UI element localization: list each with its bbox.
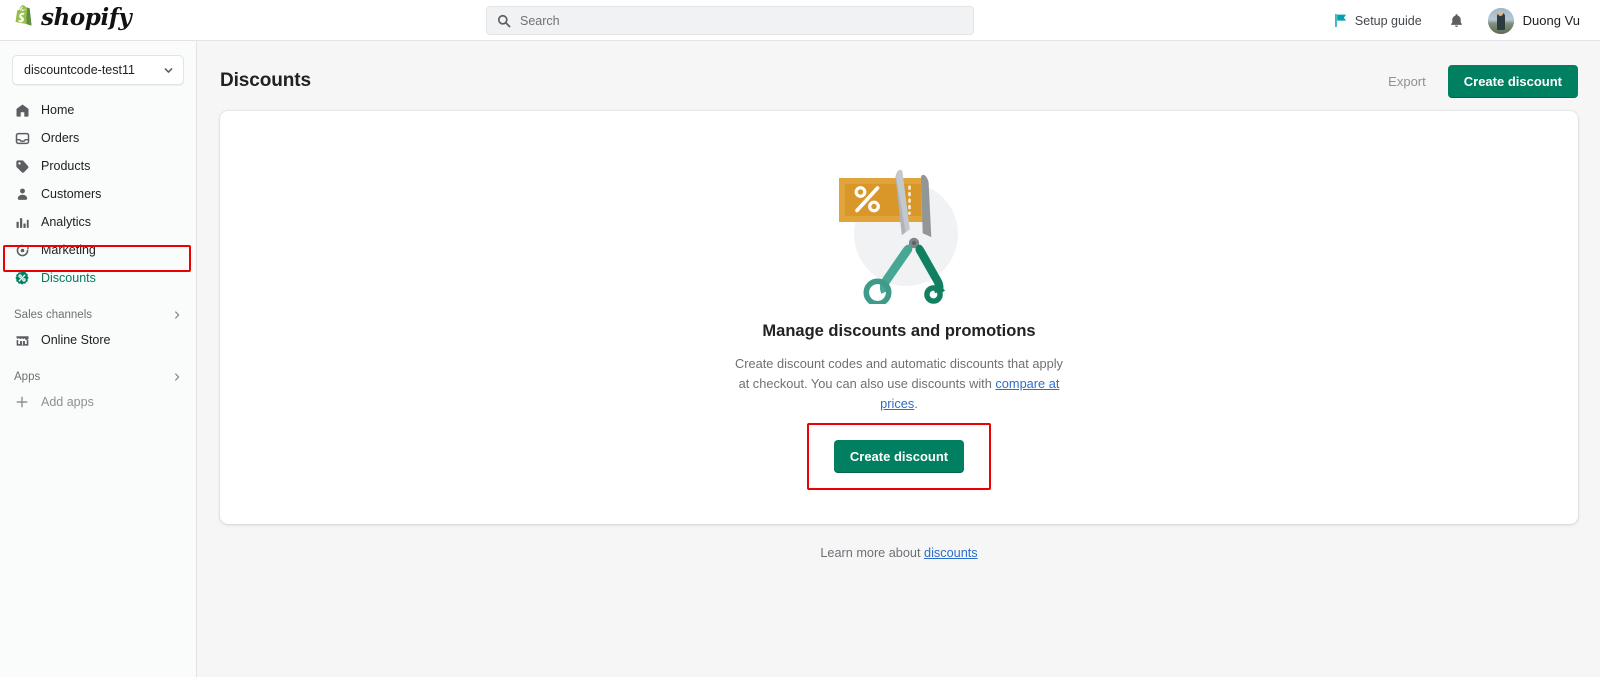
secondary-navigation: Sales channels Online Store Apps Add app… — [0, 303, 196, 415]
store-name: discountcode-test11 — [24, 63, 135, 77]
shopify-wordmark: shopify — [41, 4, 132, 31]
sidebar-label-customers: Customers — [41, 186, 102, 201]
storefront-icon — [14, 332, 30, 348]
empty-state-card: Manage discounts and promotions Create d… — [220, 111, 1578, 524]
create-discount-button-header[interactable]: Create discount — [1447, 64, 1578, 98]
sidebar-section-sales-channels[interactable]: Sales channels — [6, 303, 190, 327]
export-button[interactable]: Export — [1384, 68, 1430, 95]
bell-icon — [1450, 13, 1462, 27]
sidebar-item-orders[interactable]: Orders — [6, 125, 190, 151]
home-icon — [14, 102, 30, 118]
sidebar-item-analytics[interactable]: Analytics — [6, 209, 190, 235]
setup-guide-label: Setup guide — [1354, 13, 1422, 28]
notifications-button[interactable] — [1442, 9, 1471, 33]
flag-icon — [1335, 13, 1346, 28]
chevron-right-icon — [175, 373, 180, 381]
sidebar-label-marketing: Marketing — [41, 242, 96, 257]
sidebar-label-discounts: Discounts — [41, 270, 96, 285]
top-bar: shopify Search Setup guide Duong Vu — [0, 0, 1600, 41]
shopify-logo[interactable]: shopify — [14, 4, 132, 31]
sidebar-label-home: Home — [41, 102, 75, 117]
learn-more-text: Learn more about — [820, 546, 925, 560]
sidebar-item-add-apps[interactable]: Add apps — [6, 389, 190, 415]
search-input-box[interactable]: Search — [486, 6, 974, 35]
empty-state-cta-wrapper: Create discount — [806, 422, 992, 490]
shopify-bag-icon — [15, 4, 32, 26]
user-menu[interactable]: Duong Vu — [1485, 5, 1586, 37]
sidebar-label-products: Products — [41, 158, 91, 173]
page-header-actions: Export Create discount — [1384, 64, 1578, 98]
empty-state: Manage discounts and promotions Create d… — [689, 156, 1109, 490]
sidebar-item-discounts[interactable]: Discounts — [6, 265, 190, 291]
learn-more-footer: Learn more about discounts — [198, 546, 1600, 560]
avatar — [1487, 7, 1514, 34]
sidebar-item-home[interactable]: Home — [6, 97, 190, 123]
marketing-target-icon — [14, 242, 30, 258]
discounts-percent-badge-icon — [14, 270, 30, 286]
sidebar-item-online-store[interactable]: Online Store — [6, 327, 190, 353]
customers-person-icon — [14, 186, 30, 202]
sidebar-label-orders: Orders — [41, 130, 80, 145]
sidebar-item-products[interactable]: Products — [6, 153, 190, 179]
empty-state-create-discount-button[interactable]: Create discount — [833, 439, 965, 473]
main-content: Discounts Export Create discount Manage … — [198, 41, 1600, 677]
page-title: Discounts — [220, 70, 311, 91]
discounts-help-link[interactable]: discounts — [924, 546, 978, 560]
chevron-down-icon — [164, 67, 173, 73]
user-name: Duong Vu — [1522, 13, 1580, 28]
scissors-cutting-discount-coupon-illustration — [839, 170, 958, 305]
sidebar-label-online-store: Online Store — [41, 332, 111, 347]
top-bar-actions: Setup guide Duong Vu — [1328, 0, 1586, 41]
analytics-bars-icon — [14, 214, 30, 230]
orders-inbox-icon — [14, 130, 30, 146]
sidebar-item-customers[interactable]: Customers — [6, 181, 190, 207]
sidebar-label-analytics: Analytics — [41, 214, 92, 229]
sidebar-section-apps[interactable]: Apps — [6, 365, 190, 389]
setup-guide-button[interactable]: Setup guide — [1328, 9, 1428, 32]
primary-navigation: Home Orders Products Customers Analytics… — [0, 97, 196, 291]
products-tag-icon — [14, 158, 30, 174]
search-placeholder: Search — [520, 13, 560, 28]
store-selector[interactable]: discountcode-test11 — [12, 55, 184, 85]
sidebar: discountcode-test11 Home Orders Products… — [0, 41, 197, 677]
page-header: Discounts Export Create discount — [198, 41, 1600, 99]
sidebar-item-marketing[interactable]: Marketing — [6, 237, 190, 263]
empty-state-description: Create discount codes and automatic disc… — [734, 354, 1064, 413]
empty-state-description-text-2: . — [914, 395, 918, 411]
apps-label: Apps — [14, 371, 41, 383]
global-search[interactable]: Search — [486, 6, 974, 35]
chevron-right-icon — [175, 311, 180, 319]
search-icon — [497, 14, 511, 27]
plus-icon — [14, 394, 30, 410]
sidebar-label-add-apps: Add apps — [41, 394, 94, 409]
empty-state-title: Manage discounts and promotions — [762, 322, 1036, 341]
sales-channels-label: Sales channels — [14, 309, 92, 321]
